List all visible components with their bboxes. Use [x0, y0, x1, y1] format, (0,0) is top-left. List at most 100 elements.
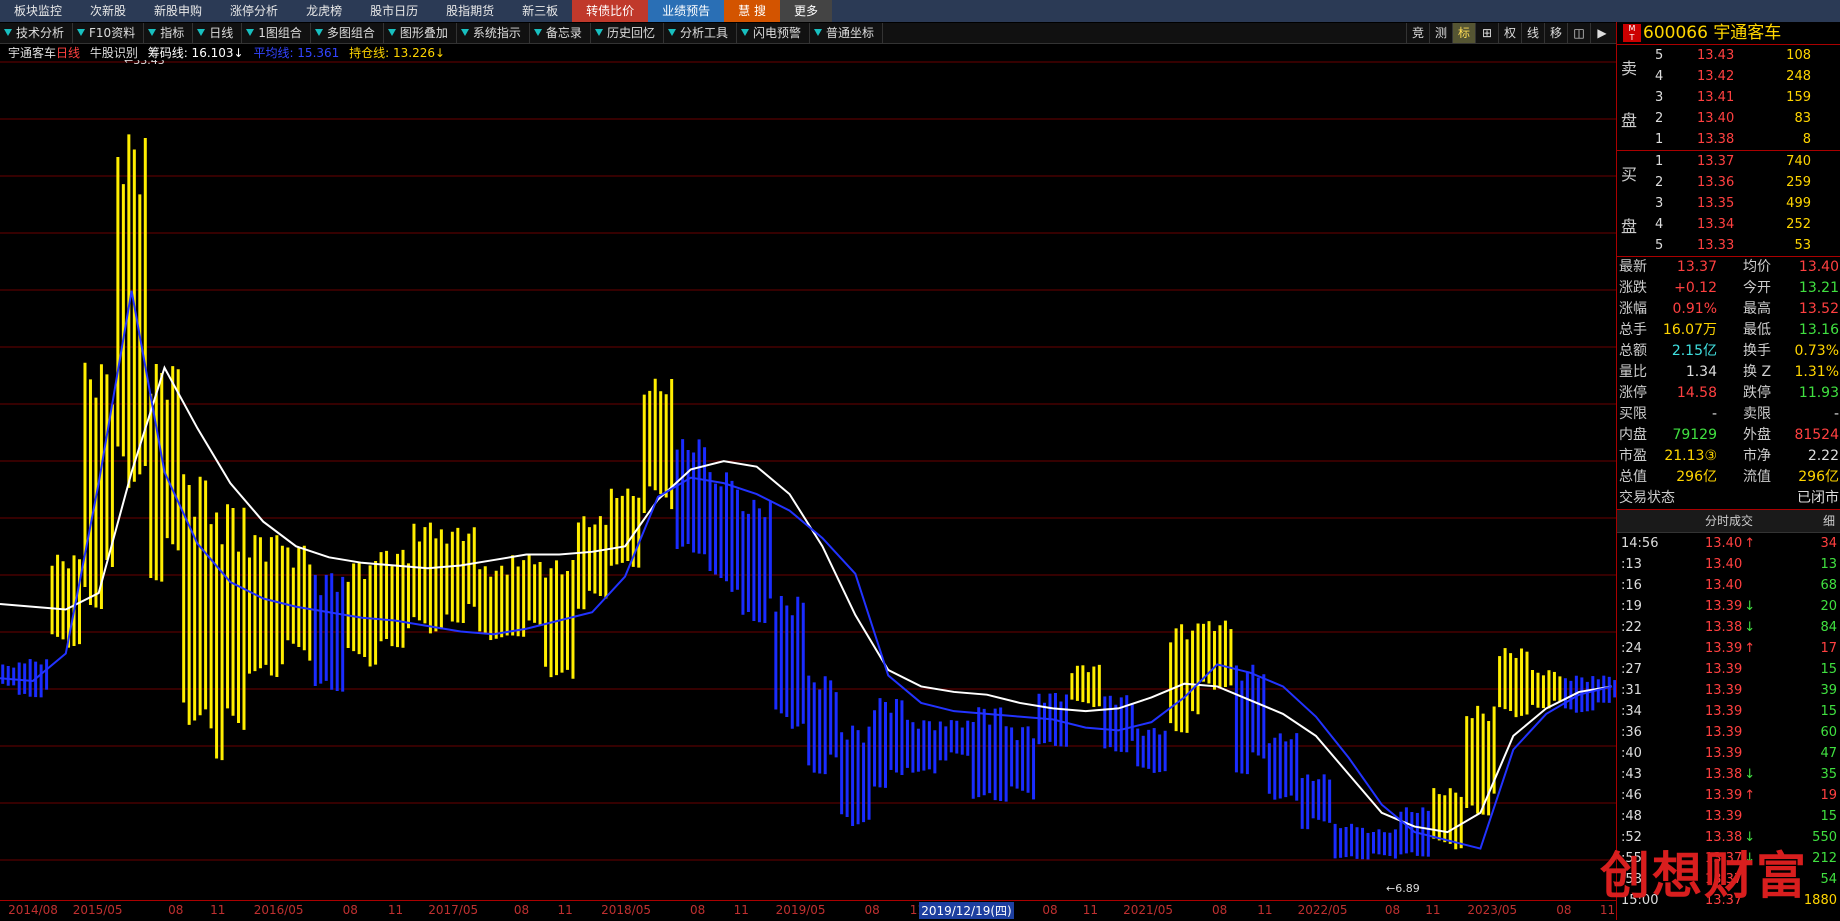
quote-row: 最新 13.37 均价 13.40 — [1617, 257, 1840, 278]
tick-row: :22 13.38 ↓ 84 — [1617, 617, 1840, 638]
event-marker-icon[interactable]: ✦ — [1266, 60, 1274, 63]
toolbar-item-5[interactable]: 多图组合 — [311, 23, 384, 43]
toolbar-right-button-4[interactable]: 权 — [1498, 23, 1521, 43]
tick-row: :19 13.39 ↓ 20 — [1617, 596, 1840, 617]
event-marker-icon[interactable]: ✦ — [1047, 60, 1055, 63]
event-marker-icon[interactable]: ✦ — [502, 60, 510, 63]
toolbar-item-2[interactable]: 指标 — [144, 23, 194, 43]
toolbar-item-10[interactable]: 分析工具 — [664, 23, 737, 43]
date-tick: 2023/05 — [1467, 903, 1518, 917]
ticks-title[interactable]: 分时成交 — [1705, 510, 1753, 532]
nav-item-4[interactable]: 龙虎榜 — [292, 0, 356, 22]
event-marker-icon[interactable]: ✦ — [564, 60, 572, 63]
toolbar-item-1[interactable]: F10资料 — [73, 23, 145, 43]
event-marker-icon[interactable]: ✦ — [1075, 60, 1083, 63]
toolbar-right-button-1[interactable]: 测 — [1429, 23, 1452, 43]
event-marker-icon[interactable]: ✦ — [1294, 60, 1302, 63]
event-marker-icon[interactable]: ✦ — [429, 60, 437, 63]
event-marker-icon[interactable]: ✦ — [974, 60, 982, 63]
toolbar-item-0[interactable]: 技术分析 — [0, 23, 74, 43]
toolbar-right-button-6[interactable]: 移 — [1544, 23, 1567, 43]
event-marker-icon[interactable]: ✦ — [783, 60, 791, 63]
toolbar-item-7[interactable]: 系统指示 — [457, 23, 530, 43]
nav-item-1[interactable]: 次新股 — [76, 0, 140, 22]
event-marker-icon[interactable]: ✦ — [620, 60, 628, 63]
event-marker-icon[interactable]: ✦ — [828, 60, 836, 63]
event-marker-icon[interactable]: ✦ — [766, 60, 774, 63]
toolbar-right-button-3[interactable]: ⊞ — [1475, 23, 1498, 43]
quote-value: 0.91% — [1672, 301, 1717, 317]
event-marker-icon[interactable]: ✦ — [373, 60, 381, 63]
event-marker-icon[interactable]: ✦ — [1339, 60, 1347, 63]
dropdown-triangle-icon — [594, 29, 603, 36]
event-marker-icon[interactable]: ✦ — [1120, 60, 1128, 63]
event-marker-icon[interactable]: ✦ — [1148, 60, 1156, 63]
toolbar-right-button-2[interactable]: 标 — [1452, 23, 1475, 43]
toolbar-item-12[interactable]: 普通坐标 — [810, 23, 883, 43]
event-marker-icon[interactable]: ✦ — [884, 60, 892, 63]
event-marker-icon[interactable]: ✦ — [519, 60, 527, 63]
quote-label: 涨停 — [1619, 385, 1647, 401]
nav-item-8[interactable]: 转债比价 — [572, 0, 649, 22]
nav-item-7[interactable]: 新三板 — [508, 0, 572, 22]
event-marker-icon[interactable]: ✦ — [637, 60, 645, 63]
event-marker-icon[interactable]: ✦ — [1165, 60, 1173, 63]
event-marker-icon[interactable]: ✦ — [1092, 60, 1100, 63]
quote-label: 总值 — [1619, 469, 1647, 485]
event-marker-icon[interactable]: ✦ — [1030, 60, 1038, 63]
event-marker-icon[interactable]: ✦ — [356, 60, 364, 63]
toolbar-right-button-7[interactable]: ◫ — [1567, 23, 1590, 43]
sell-price: 13.42 — [1697, 69, 1735, 84]
event-marker-icon[interactable]: ✦ — [811, 60, 819, 63]
event-marker-icon[interactable]: ✦ — [1356, 60, 1364, 63]
ticks-header: 分时成交 细 — [1617, 510, 1840, 533]
nav-item-9[interactable]: 业绩预告 — [648, 0, 725, 22]
event-marker-icon[interactable]: ✦ — [1193, 60, 1201, 63]
toolbar-item-9[interactable]: 历史回忆 — [591, 23, 664, 43]
event-marker-icon[interactable]: ✦ — [957, 60, 965, 63]
nav-item-10[interactable]: 慧 搜 — [724, 0, 780, 22]
kline-chart[interactable]: ←33.43 ←6.89 ✦ ✦ ✦ ✦ ✦ ✦ ✦ ✦ ✦ ✦ ✦ ✦ ✦ ✦ ✦ ✦ ✦ ✦ ✦ ✦ ✦ ✦ ✦ ✦ ✦ ✦ ✦ ✦ ✦… — [0, 60, 1616, 900]
nav-item-2[interactable]: 新股申购 — [140, 0, 216, 22]
event-marker-icon[interactable]: ✦ — [929, 60, 937, 63]
stock-code: 600066 — [1643, 23, 1708, 43]
event-marker-icon[interactable]: ✦ — [328, 60, 336, 63]
event-marker-icon[interactable]: ✦ — [547, 60, 555, 63]
event-marker-icon[interactable]: ✦ — [592, 60, 600, 63]
event-marker-icon[interactable]: ✦ — [738, 60, 746, 63]
date-tick: 2019/05 — [775, 903, 826, 917]
nav-item-5[interactable]: 股市日历 — [356, 0, 432, 22]
event-marker-icon[interactable]: ✦ — [710, 60, 718, 63]
quote-row: 涨停 14.58 跌停 11.93 — [1617, 383, 1840, 404]
toolbar-item-4[interactable]: 1图组合 — [242, 23, 311, 43]
ticks-detail-tab[interactable]: 细 — [1823, 510, 1835, 532]
quote-label: 跌停 — [1743, 385, 1771, 401]
event-marker-icon[interactable]: ✦ — [1002, 60, 1010, 63]
buy-book: 买 盘 1 13.37 740 2 13.36 259 3 13.35 499 4 13.34 252… — [1617, 151, 1840, 257]
event-marker-icon[interactable]: ✦ — [1221, 60, 1229, 63]
event-marker-icon[interactable]: ✦ — [474, 60, 482, 63]
event-marker-icon[interactable]: ✦ — [901, 60, 909, 63]
toolbar-right-button-8[interactable]: ▶ — [1590, 23, 1613, 43]
event-marker-icon[interactable]: ✦ — [856, 60, 864, 63]
event-marker-icon[interactable]: ✦ — [300, 60, 308, 63]
event-marker-icon[interactable]: ✦ — [401, 60, 409, 63]
tick-time: :22 — [1621, 620, 1642, 635]
nav-item-0[interactable]: 板块监控 — [0, 0, 76, 22]
event-marker-icon[interactable]: ✦ — [693, 60, 701, 63]
nav-item-3[interactable]: 涨停分析 — [216, 0, 292, 22]
toolbar-right-button-0[interactable]: 竞 — [1406, 23, 1429, 43]
toolbar-item-8[interactable]: 备忘录 — [530, 23, 591, 43]
nav-item-6[interactable]: 股指期货 — [432, 0, 508, 22]
nav-item-11[interactable]: 更多 — [779, 0, 832, 22]
event-marker-icon[interactable]: ✦ — [446, 60, 454, 63]
event-marker-icon[interactable]: ✦ — [1311, 60, 1319, 63]
toolbar-right-button-5[interactable]: 线 — [1521, 23, 1544, 43]
sell-price: 13.38 — [1697, 132, 1735, 147]
toolbar-item-6[interactable]: 图形叠加 — [384, 23, 457, 43]
event-marker-icon[interactable]: ✦ — [665, 60, 673, 63]
chart-legend: 宇通客车日线 牛股识别 筹码线: 16.103↓ 平均线: 15.361 持仓线… — [8, 44, 451, 60]
toolbar-item-3[interactable]: 日线 — [193, 23, 243, 43]
toolbar-item-11[interactable]: 闪电预警 — [737, 23, 810, 43]
event-marker-icon[interactable]: ✦ — [1238, 60, 1246, 63]
